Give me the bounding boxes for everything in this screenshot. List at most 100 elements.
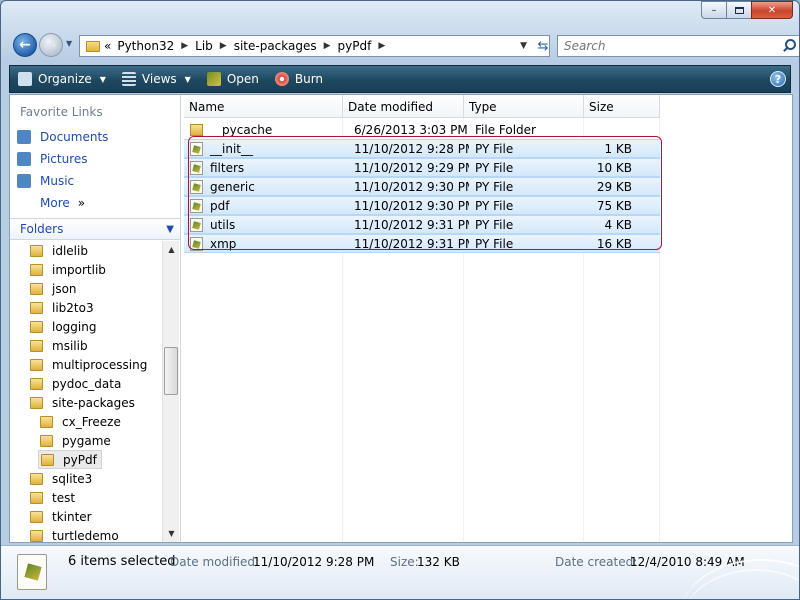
dropdown-arrow-icon: ▼ — [99, 74, 106, 84]
open-button[interactable]: Open — [199, 66, 267, 92]
help-button[interactable]: ? — [770, 71, 786, 87]
file-row-pdf[interactable]: pdf 11/10/2012 9:30 PM PY File 75 KB — [184, 196, 660, 215]
search-icon[interactable] — [782, 39, 796, 53]
tree-item-idlelib[interactable]: idlelib — [30, 241, 88, 260]
file-type: PY File — [475, 141, 514, 156]
file-row-filters[interactable]: filters 11/10/2012 9:29 PM PY File 10 KB — [184, 158, 660, 177]
breadcrumb-python32[interactable]: Python32 — [117, 39, 174, 53]
file-size: 75 KB — [596, 198, 632, 213]
column-header-label: Size — [589, 99, 614, 114]
folder-icon — [30, 510, 43, 523]
column-header-date-modified[interactable]: Date modified — [343, 95, 464, 118]
date-modified-label: Date modified: — [170, 555, 260, 569]
views-icon — [121, 72, 136, 86]
back-arrow-icon: ← — [19, 37, 31, 53]
views-button[interactable]: Views ▼ — [114, 66, 199, 92]
tree-item-tkinter[interactable]: tkinter — [30, 507, 92, 526]
address-bar[interactable]: « Python32 ▶ Lib ▶ site-packages ▶ pyPdf ▶ ▼ — [79, 35, 550, 57]
music-icon — [17, 174, 31, 188]
tree-item-label: msilib — [52, 338, 88, 353]
breadcrumb-pypdf[interactable]: pyPdf — [338, 39, 372, 53]
breadcrumb-separator-icon[interactable]: ▶ — [181, 41, 188, 51]
recent-pages-dropdown[interactable]: ▼ — [66, 39, 72, 48]
scrollbar-thumb[interactable] — [164, 347, 178, 395]
file-type: File Folder — [475, 122, 536, 137]
file-date-modified: 6/26/2013 3:03 PM — [354, 122, 468, 137]
tree-item-msilib[interactable]: msilib — [30, 336, 88, 355]
breadcrumb-overflow[interactable]: « — [104, 39, 111, 53]
tree-item-sqlite3[interactable]: sqlite3 — [30, 469, 92, 488]
column-header-size[interactable]: Size — [584, 95, 660, 118]
python-file-icon — [190, 198, 203, 213]
file-date-modified: 11/10/2012 9:29 PM — [354, 160, 469, 175]
file-size: 10 KB — [596, 160, 632, 175]
file-date-modified: 11/10/2012 9:30 PM — [354, 198, 469, 213]
size-value: 132 KB — [417, 555, 460, 569]
breadcrumb-separator-icon[interactable]: ▶ — [378, 41, 385, 51]
organize-button[interactable]: Organize ▼ — [10, 66, 114, 92]
details-pane: 6 items selected Date modified: 11/10/20… — [1, 545, 799, 599]
file-row-xmp[interactable]: xmp 11/10/2012 9:31 PM PY File 16 KB — [184, 234, 660, 253]
tree-item-label: pygame — [62, 433, 111, 448]
folders-header[interactable]: Folders ▼ — [10, 218, 180, 240]
folders-title: Folders — [20, 222, 64, 236]
address-history-dropdown[interactable]: ▼ — [520, 41, 527, 51]
explorer-body: Favorite Links Documents Pictures Music … — [9, 94, 793, 543]
file-date-modified: 11/10/2012 9:28 PM — [354, 141, 469, 156]
file-name: filters — [210, 160, 245, 175]
file-row-pycache[interactable]: __pycache__ 6/26/2013 3:03 PM File Folde… — [184, 120, 660, 139]
favorite-documents[interactable]: Documents — [17, 130, 108, 144]
breadcrumb-site-packages[interactable]: site-packages — [234, 39, 317, 53]
favorite-pictures[interactable]: Pictures — [17, 152, 88, 166]
folder-icon — [30, 301, 43, 314]
burn-button[interactable]: Burn — [267, 66, 331, 92]
search-input[interactable] — [564, 39, 764, 53]
tree-item-multiprocessing[interactable]: multiprocessing — [30, 355, 147, 374]
folder-tree-scrollbar[interactable]: ▲ ▼ — [162, 241, 179, 542]
breadcrumb-separator-icon[interactable]: ▶ — [324, 41, 331, 51]
tree-item-site-packages[interactable]: site-packages — [30, 393, 135, 412]
back-button[interactable]: ← — [13, 33, 37, 57]
forward-button[interactable]: → — [39, 33, 63, 57]
selected-count: 6 items selected — [68, 554, 176, 569]
file-list-pane: Name Date modified Type Size __pycache__… — [184, 95, 792, 542]
python-file-icon — [190, 141, 203, 156]
tree-item-lib2to3[interactable]: lib2to3 — [30, 298, 94, 317]
tree-item-logging[interactable]: logging — [30, 317, 96, 336]
tree-item-pydoc-data[interactable]: pydoc_data — [30, 374, 121, 393]
folder-icon — [40, 434, 53, 447]
scroll-down-arrow-icon[interactable]: ▼ — [163, 525, 180, 542]
breadcrumb-separator-icon[interactable]: ▶ — [220, 41, 227, 51]
file-date-modified: 11/10/2012 9:30 PM — [354, 179, 469, 194]
folder-icon — [30, 358, 43, 371]
close-button[interactable]: ✕ — [751, 1, 793, 19]
tree-item-test[interactable]: test — [30, 488, 75, 507]
tree-item-pygame[interactable]: pygame — [40, 431, 111, 450]
double-chevron-right-icon: » — [77, 196, 86, 210]
refresh-button[interactable]: ⇆ — [532, 35, 554, 57]
tree-item-label: turtledemo — [52, 528, 119, 543]
navigation-bar: ← → ▼ « Python32 ▶ Lib ▶ site-packages ▶ py… — [9, 31, 799, 59]
column-header-type[interactable]: Type — [464, 95, 584, 118]
favorite-more-link[interactable]: More » — [40, 196, 85, 210]
scroll-up-arrow-icon[interactable]: ▲ — [163, 241, 180, 258]
favorite-label: Music — [40, 174, 75, 188]
file-row-generic[interactable]: generic 11/10/2012 9:30 PM PY File 29 KB — [184, 177, 660, 196]
tree-item-importlib[interactable]: importlib — [30, 260, 106, 279]
file-name: __pycache__ — [210, 122, 285, 137]
search-box[interactable] — [557, 35, 799, 57]
tree-item-turtledemo[interactable]: turtledemo — [30, 526, 119, 542]
tree-item-pypdf[interactable]: pyPdf — [38, 450, 102, 469]
file-row-utils[interactable]: utils 11/10/2012 9:31 PM PY File 4 KB — [184, 215, 660, 234]
file-name: generic — [210, 179, 255, 194]
file-row-init[interactable]: __init__ 11/10/2012 9:28 PM PY File 1 KB — [184, 139, 660, 158]
maximize-button[interactable] — [726, 1, 751, 19]
breadcrumb-lib[interactable]: Lib — [195, 39, 213, 53]
column-header-name[interactable]: Name — [184, 95, 343, 118]
python-file-icon — [190, 179, 203, 194]
tree-item-label: json — [52, 281, 77, 296]
tree-item-cx-freeze[interactable]: cx_Freeze — [40, 412, 121, 431]
favorite-music[interactable]: Music — [17, 174, 74, 188]
minimize-button[interactable]: – — [701, 1, 726, 19]
tree-item-json[interactable]: json — [30, 279, 77, 298]
